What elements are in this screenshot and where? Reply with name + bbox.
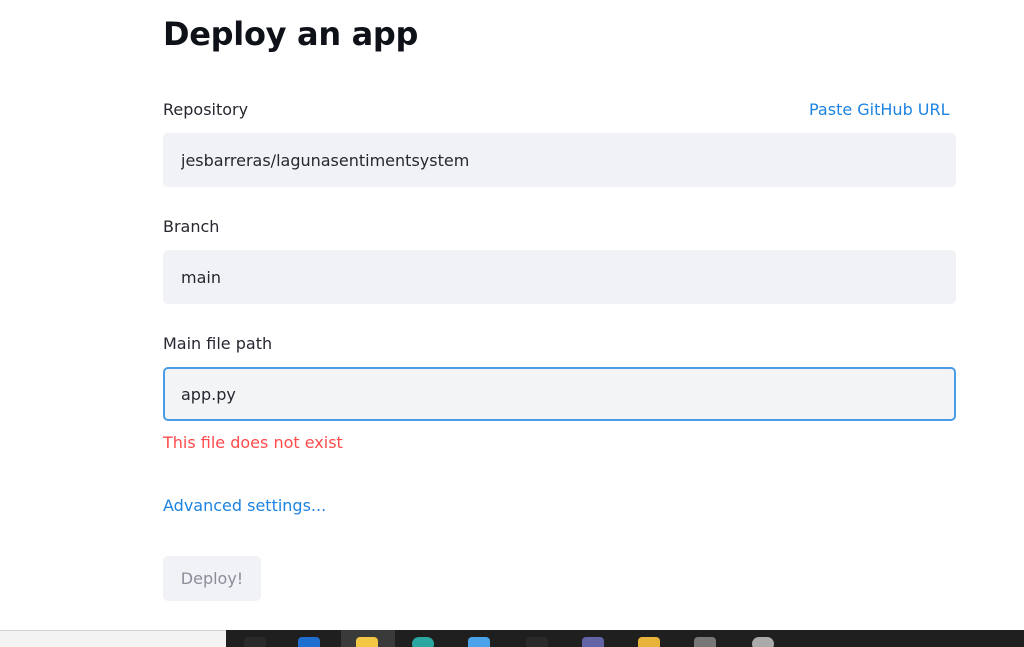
file-explorer-icon[interactable] — [356, 637, 378, 647]
task-view-icon[interactable] — [244, 637, 266, 647]
main-file-path-input[interactable] — [163, 367, 956, 421]
app-icon-2[interactable] — [752, 637, 774, 647]
main-file-error-message: This file does not exist — [163, 433, 343, 452]
store-icon[interactable] — [468, 637, 490, 647]
main-file-path-label: Main file path — [163, 334, 273, 353]
repository-label: Repository — [163, 100, 249, 119]
edge-icon[interactable] — [298, 637, 320, 647]
taskbar-search-area[interactable] — [0, 630, 226, 647]
teams-icon[interactable] — [582, 637, 604, 647]
app-icon[interactable] — [694, 637, 716, 647]
chrome-icon[interactable] — [412, 637, 434, 647]
settings-icon[interactable] — [526, 637, 548, 647]
deploy-page: Deploy an app Repository Paste GitHub UR… — [0, 0, 1024, 630]
repository-input[interactable] — [163, 133, 956, 187]
page-title: Deploy an app — [163, 15, 419, 53]
paste-github-url-link[interactable]: Paste GitHub URL — [809, 100, 950, 120]
branch-label: Branch — [163, 217, 220, 236]
folder-icon[interactable] — [638, 637, 660, 647]
taskbar — [0, 630, 1024, 647]
branch-input[interactable] — [163, 250, 956, 304]
advanced-settings-link[interactable]: Advanced settings... — [163, 496, 326, 516]
deploy-button[interactable]: Deploy! — [163, 556, 261, 601]
